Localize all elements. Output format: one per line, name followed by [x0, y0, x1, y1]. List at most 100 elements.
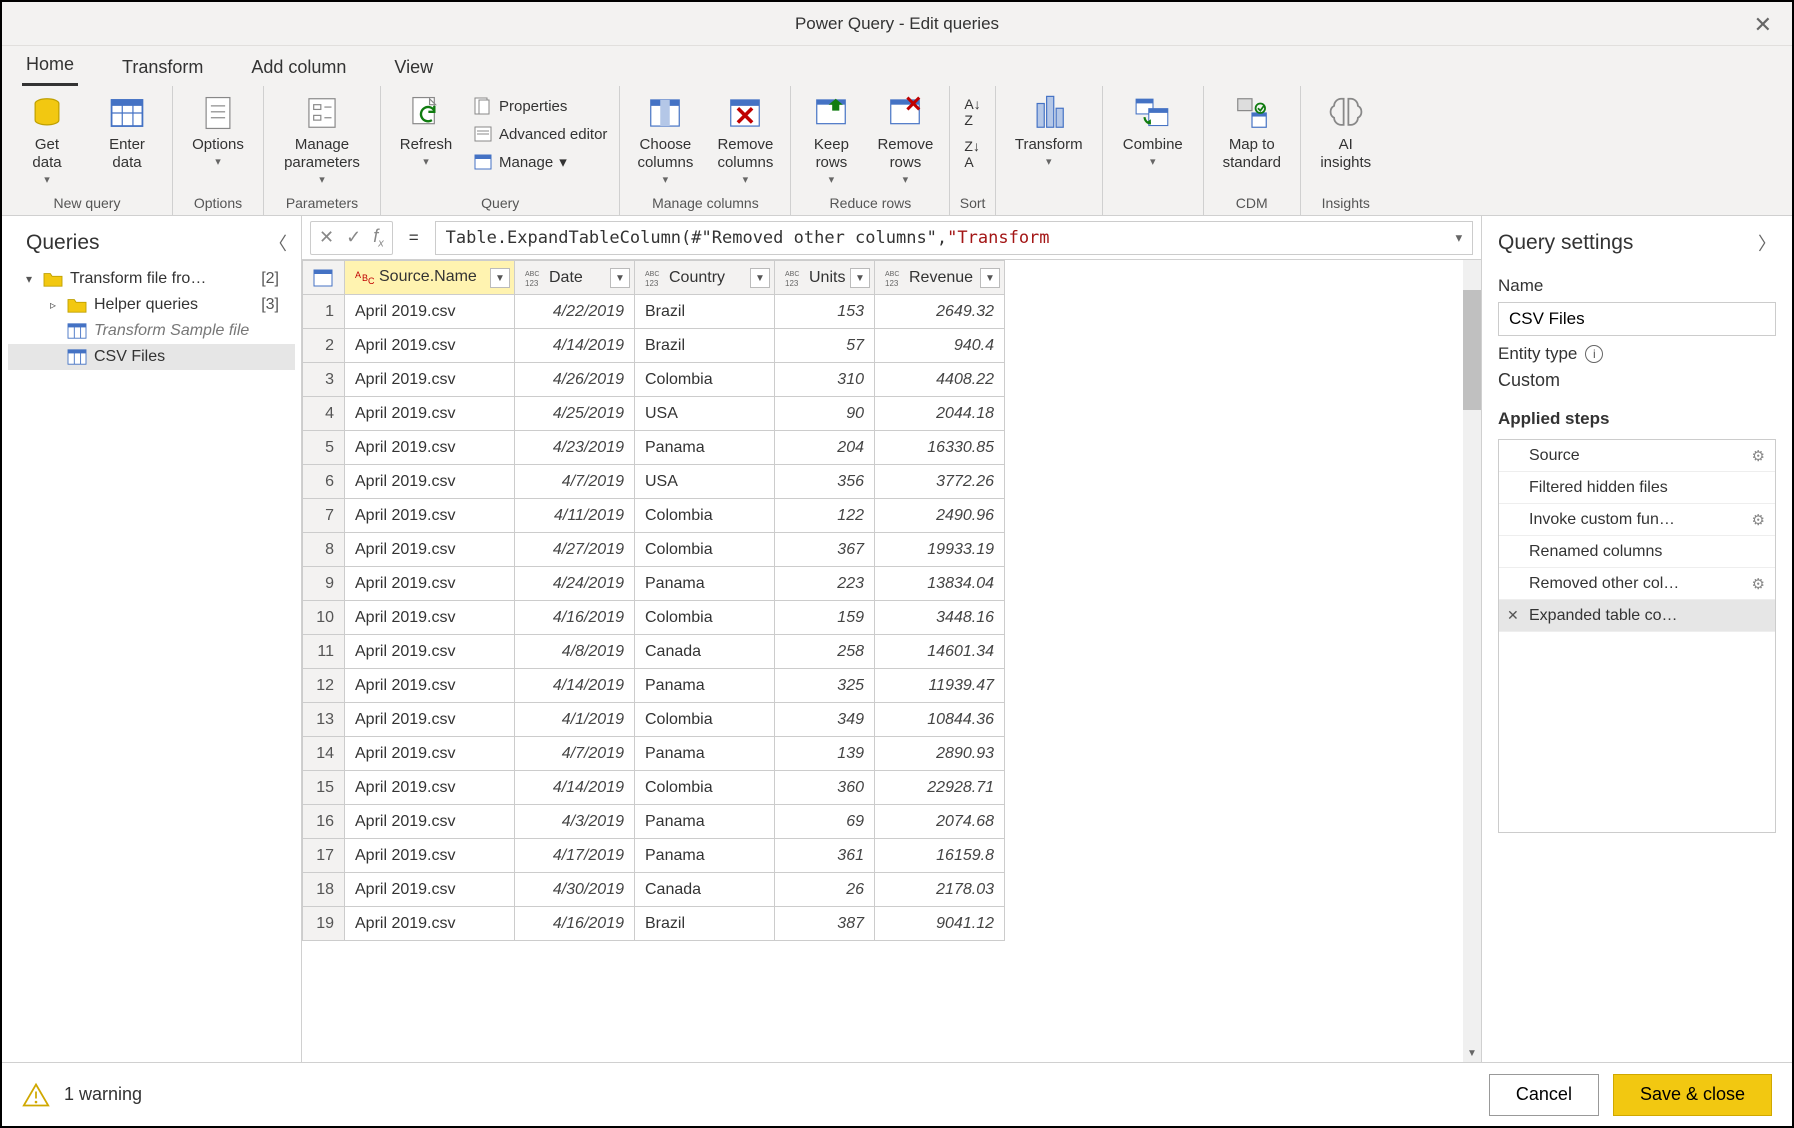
cell[interactable]: 4/14/2019: [515, 669, 635, 703]
combine-button[interactable]: Combine ▾: [1111, 90, 1195, 169]
row-number[interactable]: 6: [303, 465, 345, 499]
column-filter-button[interactable]: ▼: [980, 268, 1000, 288]
choose-columns-button[interactable]: Choose columns ▾: [628, 90, 702, 187]
row-number[interactable]: 16: [303, 805, 345, 839]
formula-input[interactable]: Table.ExpandTableColumn(#"Removed other …: [435, 221, 1473, 255]
row-number[interactable]: 2: [303, 329, 345, 363]
cell[interactable]: 11939.47: [875, 669, 1005, 703]
enter-data-button[interactable]: Enter data: [90, 90, 164, 172]
cell[interactable]: Panama: [635, 431, 775, 465]
cell[interactable]: 2649.32: [875, 295, 1005, 329]
row-number[interactable]: 8: [303, 533, 345, 567]
transform-button[interactable]: Transform ▾: [1004, 90, 1094, 169]
cell[interactable]: 159: [775, 601, 875, 635]
properties-button[interactable]: Properties: [469, 94, 611, 118]
query-tree-item[interactable]: ▹Helper queries[3]: [8, 292, 295, 318]
cell[interactable]: 387: [775, 907, 875, 941]
ribbon-tab-add-column[interactable]: Add column: [247, 49, 350, 86]
cell[interactable]: April 2019.csv: [345, 737, 515, 771]
gear-icon[interactable]: ⚙: [1752, 511, 1765, 529]
cell[interactable]: April 2019.csv: [345, 295, 515, 329]
cell[interactable]: Colombia: [635, 771, 775, 805]
table-row[interactable]: 15April 2019.csv4/14/2019Colombia3602292…: [303, 771, 1005, 805]
row-number[interactable]: 18: [303, 873, 345, 907]
table-row[interactable]: 9April 2019.csv4/24/2019Panama22313834.0…: [303, 567, 1005, 601]
data-grid[interactable]: ABCSource.Name▼ABC123Date▼ABC123Country▼…: [302, 260, 1005, 941]
table-row[interactable]: 2April 2019.csv4/14/2019Brazil57940.4: [303, 329, 1005, 363]
row-number[interactable]: 9: [303, 567, 345, 601]
map-to-standard-button[interactable]: Map to standard: [1212, 90, 1292, 172]
sort-desc-button[interactable]: Z↓A: [964, 138, 980, 170]
cell[interactable]: 367: [775, 533, 875, 567]
ribbon-tab-home[interactable]: Home: [22, 46, 78, 86]
column-header[interactable]: ABC123Country▼: [635, 261, 775, 295]
cell[interactable]: 258: [775, 635, 875, 669]
row-number[interactable]: 15: [303, 771, 345, 805]
gear-icon[interactable]: ⚙: [1752, 575, 1765, 593]
column-filter-button[interactable]: ▼: [490, 268, 510, 288]
table-row[interactable]: 10April 2019.csv4/16/2019Colombia1593448…: [303, 601, 1005, 635]
collapse-right-icon[interactable]: 〉: [1758, 230, 1776, 256]
cell[interactable]: 356: [775, 465, 875, 499]
cell[interactable]: 4408.22: [875, 363, 1005, 397]
window-close-button[interactable]: ✕: [1746, 10, 1780, 40]
info-icon[interactable]: i: [1585, 345, 1603, 363]
cell[interactable]: 2044.18: [875, 397, 1005, 431]
cell[interactable]: Colombia: [635, 703, 775, 737]
query-tree-item[interactable]: Transform Sample file: [8, 318, 295, 344]
table-row[interactable]: 3April 2019.csv4/26/2019Colombia3104408.…: [303, 363, 1005, 397]
cell[interactable]: April 2019.csv: [345, 567, 515, 601]
cell[interactable]: Colombia: [635, 533, 775, 567]
cell[interactable]: 22928.71: [875, 771, 1005, 805]
row-number[interactable]: 10: [303, 601, 345, 635]
cell[interactable]: April 2019.csv: [345, 873, 515, 907]
cell[interactable]: Panama: [635, 839, 775, 873]
advanced-editor-button[interactable]: Advanced editor: [469, 122, 611, 146]
cell[interactable]: 4/7/2019: [515, 465, 635, 499]
cell[interactable]: April 2019.csv: [345, 805, 515, 839]
cell[interactable]: 16159.8: [875, 839, 1005, 873]
column-header[interactable]: ABC123Revenue▼: [875, 261, 1005, 295]
cell[interactable]: 4/30/2019: [515, 873, 635, 907]
query-tree-item[interactable]: ▾Transform file fro…[2]: [8, 266, 295, 292]
chevron-down-icon[interactable]: ▾: [1454, 228, 1464, 248]
cell[interactable]: 4/16/2019: [515, 601, 635, 635]
manage-query-button[interactable]: Manage ▾: [469, 150, 611, 174]
cell[interactable]: 4/16/2019: [515, 907, 635, 941]
row-number[interactable]: 3: [303, 363, 345, 397]
cell[interactable]: Panama: [635, 737, 775, 771]
cell[interactable]: April 2019.csv: [345, 397, 515, 431]
refresh-button[interactable]: Refresh ▾: [389, 90, 463, 169]
applied-step[interactable]: Renamed columns: [1499, 536, 1775, 568]
table-row[interactable]: 7April 2019.csv4/11/2019Colombia1222490.…: [303, 499, 1005, 533]
table-row[interactable]: 13April 2019.csv4/1/2019Colombia34910844…: [303, 703, 1005, 737]
cell[interactable]: Panama: [635, 669, 775, 703]
cell[interactable]: 360: [775, 771, 875, 805]
cell[interactable]: April 2019.csv: [345, 431, 515, 465]
applied-step[interactable]: ✕Expanded table co…: [1499, 600, 1775, 632]
cell[interactable]: 3448.16: [875, 601, 1005, 635]
column-header[interactable]: ABC123Date▼: [515, 261, 635, 295]
cell[interactable]: 4/7/2019: [515, 737, 635, 771]
formula-cancel-icon[interactable]: ✕: [319, 227, 334, 248]
cell[interactable]: 4/1/2019: [515, 703, 635, 737]
cell[interactable]: 57: [775, 329, 875, 363]
cell[interactable]: Brazil: [635, 329, 775, 363]
cell[interactable]: 349: [775, 703, 875, 737]
cell[interactable]: USA: [635, 465, 775, 499]
table-row[interactable]: 14April 2019.csv4/7/2019Panama1392890.93: [303, 737, 1005, 771]
cell[interactable]: April 2019.csv: [345, 839, 515, 873]
column-filter-button[interactable]: ▼: [850, 268, 870, 288]
cell[interactable]: 4/26/2019: [515, 363, 635, 397]
cell[interactable]: 4/8/2019: [515, 635, 635, 669]
table-row[interactable]: 12April 2019.csv4/14/2019Panama32511939.…: [303, 669, 1005, 703]
row-number[interactable]: 4: [303, 397, 345, 431]
cell[interactable]: 204: [775, 431, 875, 465]
gear-icon[interactable]: ⚙: [1752, 447, 1765, 465]
remove-columns-button[interactable]: Remove columns ▾: [708, 90, 782, 187]
cell[interactable]: 122: [775, 499, 875, 533]
cell[interactable]: 4/14/2019: [515, 771, 635, 805]
cell[interactable]: April 2019.csv: [345, 465, 515, 499]
cell[interactable]: April 2019.csv: [345, 635, 515, 669]
row-number[interactable]: 7: [303, 499, 345, 533]
